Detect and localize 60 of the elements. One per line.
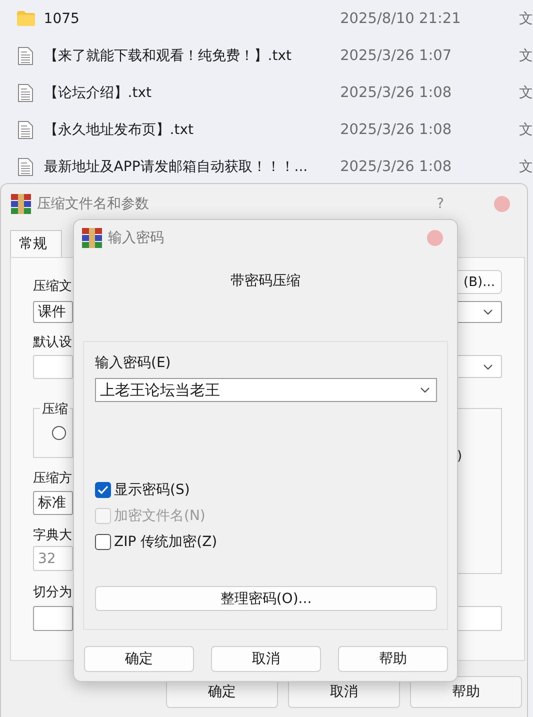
file-name[interactable]: 【永久地址发布页】.txt: [44, 120, 340, 138]
field-label: 压缩方: [33, 470, 73, 488]
password-label: 输入密码(E): [95, 354, 172, 372]
file-name[interactable]: 1075: [44, 10, 340, 26]
dialog-button[interactable]: 取消: [211, 646, 321, 672]
file-type: 文: [519, 84, 533, 102]
browse-button[interactable]: (B)...: [455, 270, 502, 294]
field-label: 字典大: [33, 527, 73, 545]
file-type: 文: [519, 10, 533, 28]
radio-button[interactable]: [52, 426, 66, 440]
document-icon: [18, 120, 34, 138]
profile-button[interactable]: [33, 355, 73, 379]
method-dropdown[interactable]: 标准: [33, 491, 73, 515]
document-icon: [18, 46, 34, 64]
dictionary-dropdown[interactable]: 32: [33, 546, 73, 571]
checkbox-label: ZIP 传统加密(Z): [114, 533, 218, 551]
update-mode-dropdown[interactable]: [455, 355, 502, 378]
file-date: 2025/3/26 1:07: [340, 48, 453, 64]
field-label: 切分为: [33, 584, 73, 602]
file-name[interactable]: 最新地址及APP请发邮箱自动获取！！！...: [44, 158, 340, 176]
window-title: 输入密码: [108, 229, 165, 247]
dialog-button[interactable]: 帮助: [338, 646, 448, 672]
archive-name-field[interactable]: 课件: [33, 301, 73, 323]
password-combobox[interactable]: 上老王论坛当老王: [95, 378, 437, 402]
file-date: 2025/3/26 1:08: [340, 158, 453, 174]
chevron-down-icon: [420, 387, 430, 393]
file-type: 文: [519, 120, 533, 138]
volume-field[interactable]: [455, 606, 502, 631]
stacked-books-icon: [82, 228, 102, 248]
dialog-button[interactable]: 帮助: [410, 676, 522, 708]
file-name[interactable]: 【来了就能下载和观看！纯免费！】.txt: [44, 46, 340, 64]
checkbox-label: 显示密码(S): [114, 481, 190, 499]
checkmark-icon: [97, 485, 109, 495]
file-date: 2025/8/10 21:21: [340, 10, 462, 26]
dialog-heading: 带密码压缩: [230, 272, 302, 290]
field-label: 默认设: [33, 334, 73, 352]
file-date: 2025/3/26 1:08: [340, 84, 453, 100]
file-date: 2025/3/26 1:08: [340, 122, 453, 138]
close-button[interactable]: [494, 196, 510, 212]
field-label: 压缩文: [33, 278, 73, 296]
dialog-button[interactable]: 确定: [84, 646, 194, 672]
file-type: 文: [519, 158, 533, 176]
checkbox[interactable]: [95, 482, 111, 498]
archive-name-dropdown[interactable]: [455, 301, 502, 323]
tab[interactable]: 常规: [10, 230, 62, 257]
checkbox[interactable]: [95, 534, 111, 550]
stacked-books-icon: [11, 194, 31, 214]
close-button[interactable]: [427, 230, 443, 246]
document-icon: [18, 158, 34, 176]
chevron-down-icon: [483, 309, 493, 315]
file-name[interactable]: 【论坛介绍】.txt: [44, 84, 340, 102]
checkbox-label: 加密文件名(N): [114, 507, 206, 525]
file-type: 文: [519, 46, 533, 64]
split-size-field[interactable]: [33, 606, 73, 631]
organize-passwords-button[interactable]: 整理密码(O)...: [95, 586, 437, 611]
option-label: ): [457, 449, 462, 464]
folder-icon: [16, 11, 35, 26]
document-icon: [18, 84, 34, 102]
window-title: 压缩文件名和参数: [37, 195, 150, 213]
chevron-down-icon: [483, 364, 493, 370]
